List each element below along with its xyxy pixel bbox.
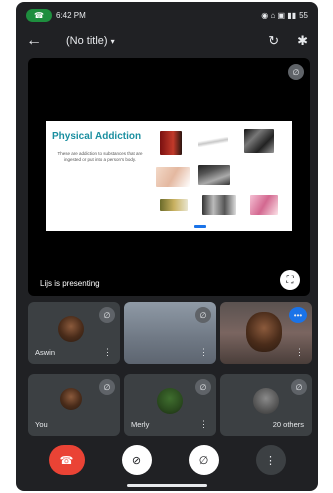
mic-off-icon: ∅ [195,379,211,395]
slide-page-indicator [194,225,206,228]
slide-body: These are addiction to substances that a… [57,151,143,162]
camera-off-button[interactable]: ⊘ [121,445,152,475]
switch-camera-icon[interactable]: ↻ [268,33,279,49]
more-options-icon[interactable]: ⋮ [199,419,208,430]
slide-image-pink [250,195,278,215]
status-icons: ◉ ⌂ ▣ ▮▮ [261,10,297,20]
end-call-button[interactable]: ☎ [48,445,85,475]
avatar [58,316,84,342]
fullscreen-icon[interactable]: ⛶ [280,270,300,290]
presentation-view[interactable]: ∅ Physical Addiction These are addiction… [28,58,310,296]
battery-level: 55 [299,10,308,20]
participant-tile-you[interactable]: ∅ You [28,374,120,436]
meeting-title: (No title) [66,35,108,47]
mic-off-icon: ∅ [99,307,115,323]
participant-tile-aswin[interactable]: ∅ Aswin ⋮ [28,302,120,364]
caret-down-icon: ▾ [110,37,115,46]
participant-video [246,312,282,352]
participant-name: 20 others [272,420,304,429]
slide-image-bottles [160,131,182,155]
avatar [253,388,279,414]
ongoing-call-pill[interactable]: ☎ [26,8,52,22]
status-bar: ☎ 6:42 PM ◉ ⌂ ▣ ▮▮ 55 [16,2,318,28]
more-options-icon[interactable]: ⋮ [199,347,208,358]
slide-title: Physical Addiction [52,131,142,142]
slide-image-lines [198,165,230,185]
participant-tile-3[interactable]: ••• ⋮ [220,302,312,364]
participant-name: Aswin [35,348,56,357]
participant-tile-2[interactable]: ∅ ⋮ [124,302,216,364]
slide-image-people [202,195,236,215]
back-arrow-icon[interactable]: ← [26,32,54,50]
slide-images [154,121,292,231]
mic-off-icon: ∅ [288,64,304,80]
more-options-icon[interactable]: ⋮ [295,347,304,358]
presenter-label: Lijs is presenting [40,279,100,288]
more-options-button[interactable]: ⋮ [255,445,286,475]
mic-off-button[interactable]: ∅ [188,445,219,475]
top-app-bar: ← (No title) ▾ ↻ ✱ [16,28,318,54]
slide-image-hands [156,167,190,187]
shared-slide: Physical Addiction These are addiction t… [46,121,292,231]
slide-image-pills [160,199,188,211]
participant-tile-others[interactable]: ∅ 20 others [220,374,312,436]
meeting-title-dropdown[interactable]: (No title) ▾ [54,35,268,47]
call-controls: ☎ ⊘ ∅ ⋮ [16,445,318,475]
slide-image-powder [244,129,274,153]
participant-name: You [35,420,48,429]
more-options-icon[interactable]: ⋮ [103,347,112,358]
participant-tile-merly[interactable]: ∅ Merly ⋮ [124,374,216,436]
participant-name: Merly [131,420,150,429]
bluetooth-audio-icon[interactable]: ✱ [297,33,308,49]
home-indicator[interactable] [127,484,207,487]
avatar [157,388,183,414]
slide-image-cigarette [198,137,228,147]
avatar [60,388,82,410]
mic-off-icon: ∅ [99,379,115,395]
meet-call-screen: ☎ 6:42 PM ◉ ⌂ ▣ ▮▮ 55 ← (No title) ▾ ↻ ✱ … [16,2,318,491]
status-time: 6:42 PM [55,10,86,20]
mic-off-icon: ∅ [195,307,211,323]
speaking-indicator-icon: ••• [289,307,307,323]
mic-off-icon: ∅ [291,379,307,395]
